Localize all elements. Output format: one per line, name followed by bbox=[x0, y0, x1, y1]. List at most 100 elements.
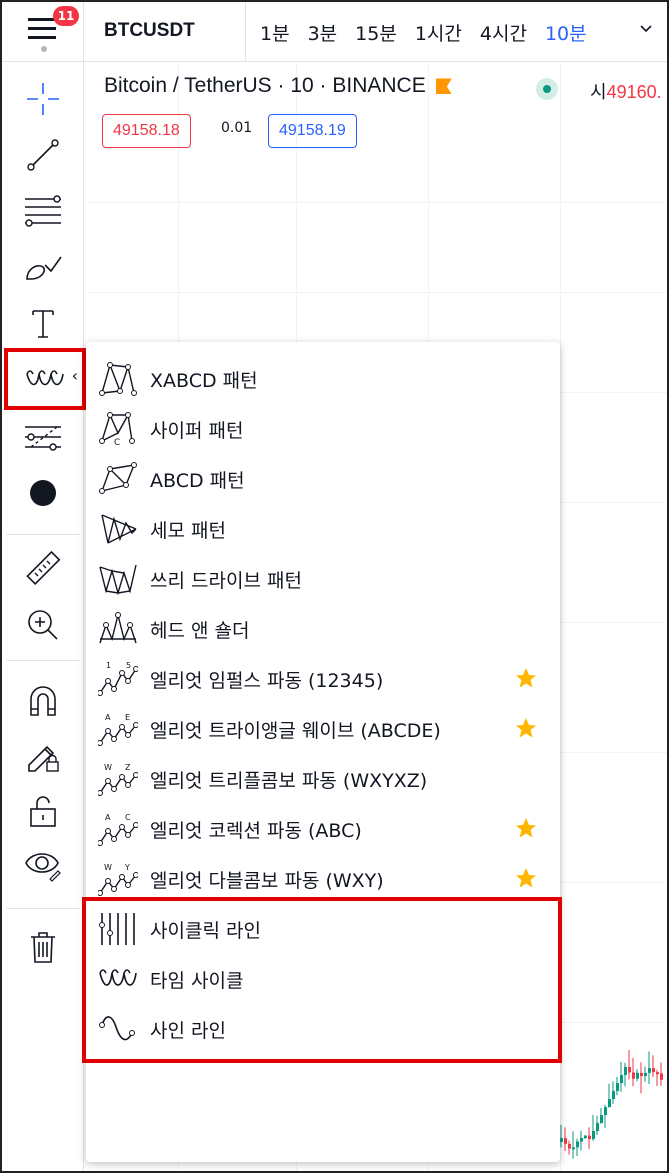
sell-button[interactable]: 49158.18 bbox=[102, 114, 191, 148]
three-drives-pattern-icon bbox=[99, 564, 137, 596]
crosshair-tool[interactable] bbox=[14, 76, 72, 122]
candle-body bbox=[600, 1115, 603, 1124]
trend-line-tool[interactable] bbox=[14, 132, 72, 178]
elliott-triangle-icon: AE bbox=[98, 713, 138, 746]
market-status-icon[interactable] bbox=[536, 78, 558, 100]
menu-item-xabcd-pattern[interactable]: XABCD 패턴 bbox=[86, 354, 560, 404]
svg-text:C: C bbox=[114, 438, 120, 447]
unlock-tool[interactable] bbox=[14, 788, 72, 834]
measure-tool[interactable] bbox=[14, 546, 72, 592]
candle-body bbox=[620, 1075, 623, 1084]
cypher-pattern-icon: C bbox=[99, 412, 135, 447]
menu-item-label: 헤드 앤 숄더 bbox=[150, 619, 250, 642]
candle-body bbox=[632, 1072, 635, 1079]
text-icon bbox=[32, 310, 54, 338]
candle-body bbox=[612, 1091, 615, 1100]
elliott-impulse-icon: 15 bbox=[98, 661, 138, 696]
menu-item-three-drives-pattern[interactable]: 쓰리 드라이브 패턴 bbox=[86, 554, 560, 604]
fib-retracement-tool[interactable] bbox=[14, 188, 72, 234]
candle-body bbox=[572, 1147, 575, 1150]
chevron-left-icon: ‹ bbox=[71, 366, 78, 385]
star-icon[interactable] bbox=[514, 816, 538, 840]
ruler-icon bbox=[26, 551, 61, 585]
main-menu-button[interactable]: 11 bbox=[4, 2, 84, 62]
lock-drawing-icon bbox=[28, 745, 59, 772]
toolbar-separator bbox=[6, 660, 80, 661]
patterns-tool[interactable]: ‹ bbox=[4, 348, 86, 410]
magnet-tool[interactable] bbox=[14, 678, 72, 724]
svg-text:W: W bbox=[104, 763, 112, 772]
svg-text:A: A bbox=[105, 813, 111, 822]
prediction-tool[interactable] bbox=[14, 414, 72, 460]
svg-text:W: W bbox=[104, 863, 112, 872]
trash-icon bbox=[31, 932, 55, 963]
menu-item-elliott-impulse[interactable]: 15 엘리엇 임펄스 파동 (12345) bbox=[86, 654, 560, 704]
color-picker-tool[interactable] bbox=[14, 470, 72, 516]
buy-button[interactable]: 49158.19 bbox=[268, 114, 357, 148]
notification-badge: 11 bbox=[53, 6, 79, 26]
magnet-icon bbox=[30, 686, 56, 716]
trend-line-icon bbox=[27, 139, 59, 171]
menu-item-elliott-correction[interactable]: AC 엘리엇 코렉션 파동 (ABC) bbox=[86, 804, 560, 854]
candle-body bbox=[592, 1131, 595, 1140]
candle-body bbox=[640, 1072, 643, 1077]
drawing-toolbar: ‹ bbox=[2, 62, 86, 1171]
candle-body bbox=[604, 1107, 607, 1116]
svg-text:1: 1 bbox=[106, 661, 111, 670]
interval-10m[interactable]: 10분 bbox=[545, 19, 587, 46]
chart-legend-title[interactable]: Bitcoin / TetherUS · 10 · BINANCE bbox=[104, 74, 452, 98]
interval-4h[interactable]: 4시간 bbox=[480, 19, 527, 46]
interval-list: 1분 3분 15분 1시간 4시간 10분 bbox=[260, 2, 605, 62]
interval-1m[interactable]: 1분 bbox=[260, 19, 290, 46]
toolbar-separator bbox=[6, 908, 80, 909]
candle-body bbox=[580, 1138, 583, 1142]
star-icon[interactable] bbox=[514, 866, 538, 890]
candle-body bbox=[564, 1138, 567, 1144]
candle-body bbox=[644, 1072, 647, 1077]
menu-item-cypher-pattern[interactable]: C 사이퍼 패턴 bbox=[86, 404, 560, 454]
menu-item-elliott-triangle[interactable]: AE 엘리엇 트라이앵글 웨이브 (ABCDE) bbox=[86, 704, 560, 754]
text-tool[interactable] bbox=[14, 300, 72, 346]
menu-item-head-shoulders[interactable]: 헤드 앤 숄더 bbox=[86, 604, 560, 654]
candle-body bbox=[652, 1068, 655, 1073]
menu-item-label: XABCD 패턴 bbox=[150, 369, 258, 392]
menu-indicator-dot bbox=[41, 46, 47, 52]
candle-body bbox=[588, 1135, 591, 1140]
menu-item-label: 엘리엇 트라이앵글 웨이브 (ABCDE) bbox=[150, 719, 441, 742]
candle-body bbox=[616, 1083, 619, 1092]
menu-item-elliott-triple-combo[interactable]: WZ 엘리엇 트리플콤보 파동 (WXYXZ) bbox=[86, 754, 560, 804]
svg-text:C: C bbox=[125, 813, 131, 822]
remove-drawings-tool[interactable] bbox=[14, 924, 72, 970]
menu-item-abcd-pattern[interactable]: ABCD 패턴 bbox=[86, 454, 560, 504]
open-value: 49160. bbox=[606, 82, 662, 102]
star-icon[interactable] bbox=[514, 716, 538, 740]
fib-retracement-icon bbox=[25, 195, 61, 227]
candle-body bbox=[608, 1099, 611, 1108]
eye-icon bbox=[25, 853, 61, 882]
chevron-down-icon[interactable] bbox=[638, 20, 654, 36]
zoom-in-tool[interactable] bbox=[14, 602, 72, 648]
star-icon[interactable] bbox=[514, 666, 538, 690]
interval-3m[interactable]: 3분 bbox=[308, 19, 338, 46]
interval-1h[interactable]: 1시간 bbox=[415, 19, 462, 46]
crosshair-icon bbox=[27, 83, 59, 115]
zoom-in-icon bbox=[28, 610, 58, 640]
hide-drawings-tool[interactable] bbox=[14, 842, 72, 888]
abcd-pattern-icon bbox=[99, 462, 137, 494]
candle-body bbox=[628, 1067, 631, 1073]
top-bar: 11 BTCUSDT 1분 3분 15분 1시간 4시간 10분 bbox=[2, 2, 667, 62]
interval-15m[interactable]: 15분 bbox=[355, 19, 397, 46]
menu-item-label: 엘리엇 임펄스 파동 (12345) bbox=[150, 669, 384, 692]
brush-tool[interactable] bbox=[14, 244, 72, 290]
menu-item-label: 세모 패턴 bbox=[150, 519, 226, 542]
candle-body bbox=[624, 1067, 627, 1076]
ohlc-open: 시49160. bbox=[590, 78, 662, 104]
xabcd-pattern-icon bbox=[99, 362, 137, 396]
flag-icon[interactable] bbox=[435, 78, 452, 95]
highlight-annotation bbox=[82, 897, 562, 1063]
head-shoulders-icon bbox=[99, 612, 137, 644]
prediction-icon bbox=[25, 426, 61, 451]
menu-item-triangle-pattern[interactable]: 세모 패턴 bbox=[86, 504, 560, 554]
symbol-search-button[interactable]: BTCUSDT bbox=[86, 2, 246, 62]
lock-drawings-tool[interactable] bbox=[14, 732, 72, 778]
